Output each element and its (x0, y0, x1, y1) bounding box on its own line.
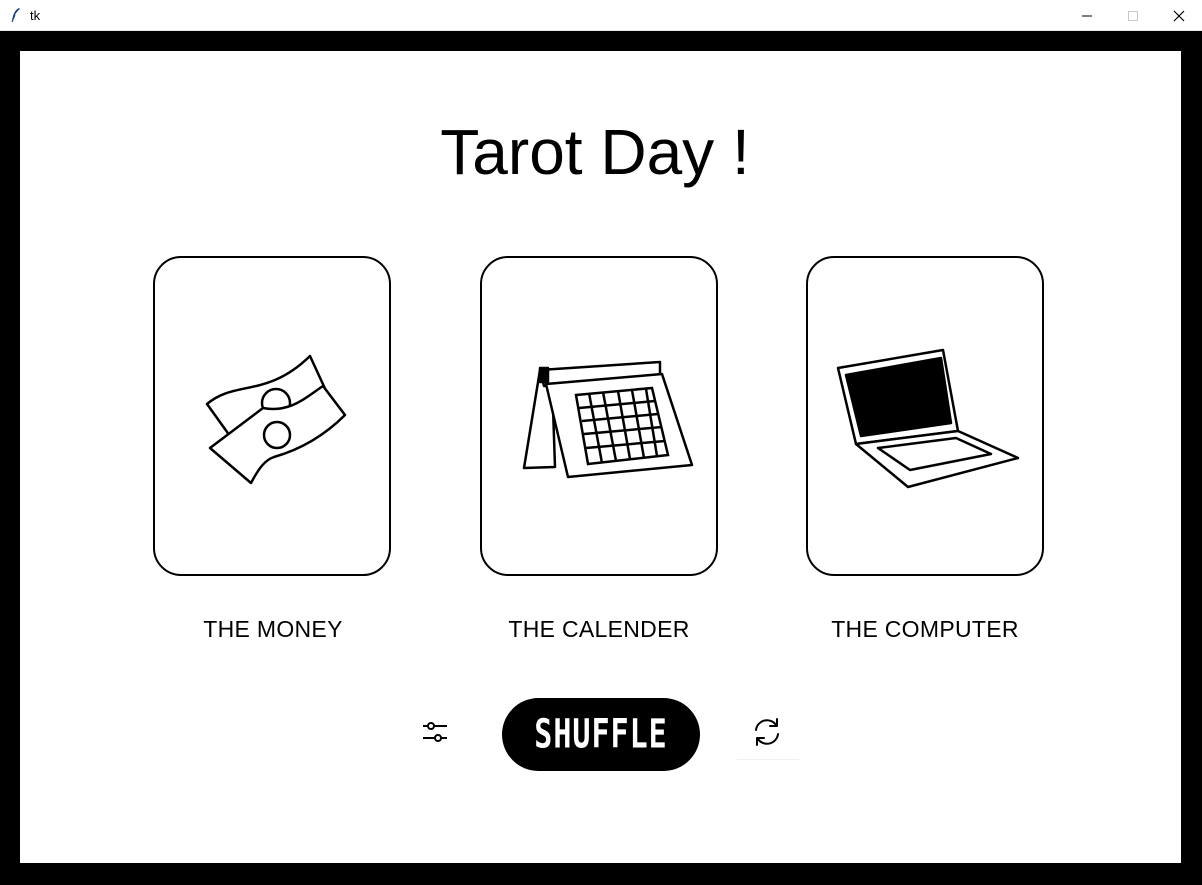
card-money[interactable] (153, 256, 391, 576)
close-icon (1173, 10, 1185, 22)
money-icon (205, 354, 347, 485)
card-label-calendar: THE CALENDER (508, 616, 690, 642)
page-title: Tarot Day ! (440, 116, 750, 188)
card-label-computer: THE COMPUTER (831, 616, 1019, 642)
refresh-icon (755, 718, 779, 746)
laptop-icon (836, 348, 1020, 489)
maximize-icon (1128, 11, 1138, 21)
window-title: tk (30, 8, 41, 23)
sliders-icon (423, 722, 447, 742)
window-titlebar: tk (0, 0, 1202, 31)
card-computer[interactable] (806, 256, 1044, 576)
calendar-icon (522, 360, 694, 479)
minimize-button[interactable] (1064, 0, 1110, 31)
refresh-button[interactable] (747, 713, 787, 751)
card-calendar[interactable] (480, 256, 718, 576)
close-button[interactable] (1156, 0, 1202, 31)
settings-button[interactable] (418, 716, 452, 748)
maximize-button[interactable] (1110, 0, 1156, 31)
feather-icon (11, 8, 20, 23)
card-label-money: THE MONEY (203, 616, 343, 642)
shuffle-button[interactable]: SHUFFLE (502, 698, 700, 771)
minimize-icon (1082, 15, 1092, 17)
shuffle-label: SHUFFLE (534, 710, 668, 759)
divider (737, 759, 799, 760)
